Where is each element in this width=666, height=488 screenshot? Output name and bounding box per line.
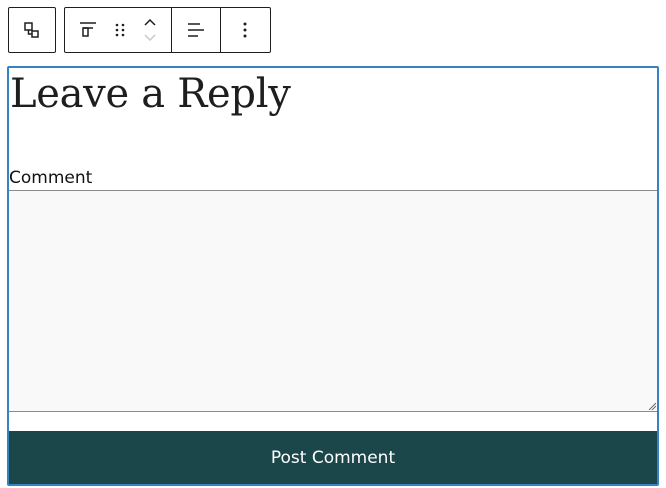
- post-comment-button[interactable]: Post Comment: [9, 431, 657, 484]
- align-top-button[interactable]: [65, 8, 111, 52]
- text-align-button[interactable]: [172, 8, 220, 52]
- drag-handle[interactable]: [111, 8, 129, 52]
- comment-form-block[interactable]: Leave a Reply Comment Post Comment: [7, 66, 659, 486]
- move-down-icon: [144, 34, 156, 42]
- parent-block-toolbar: [8, 7, 56, 53]
- select-parent-icon: [24, 22, 39, 38]
- comment-label: Comment: [9, 168, 93, 188]
- more-options-button[interactable]: [221, 8, 268, 52]
- block-mover: [129, 8, 171, 52]
- resize-handle-icon[interactable]: [647, 401, 656, 410]
- select-parent-button[interactable]: [9, 8, 55, 52]
- block-toolbar: [64, 7, 271, 53]
- move-up-icon: [144, 18, 156, 26]
- align-top-icon: [80, 22, 96, 37]
- move-down-button[interactable]: [142, 30, 158, 46]
- reply-title[interactable]: Leave a Reply: [10, 70, 291, 118]
- text-align-left-icon: [188, 23, 204, 37]
- more-options-icon: [243, 22, 246, 38]
- comment-textarea[interactable]: [9, 190, 657, 412]
- move-up-button[interactable]: [142, 14, 158, 30]
- drag-handle-icon: [115, 23, 125, 37]
